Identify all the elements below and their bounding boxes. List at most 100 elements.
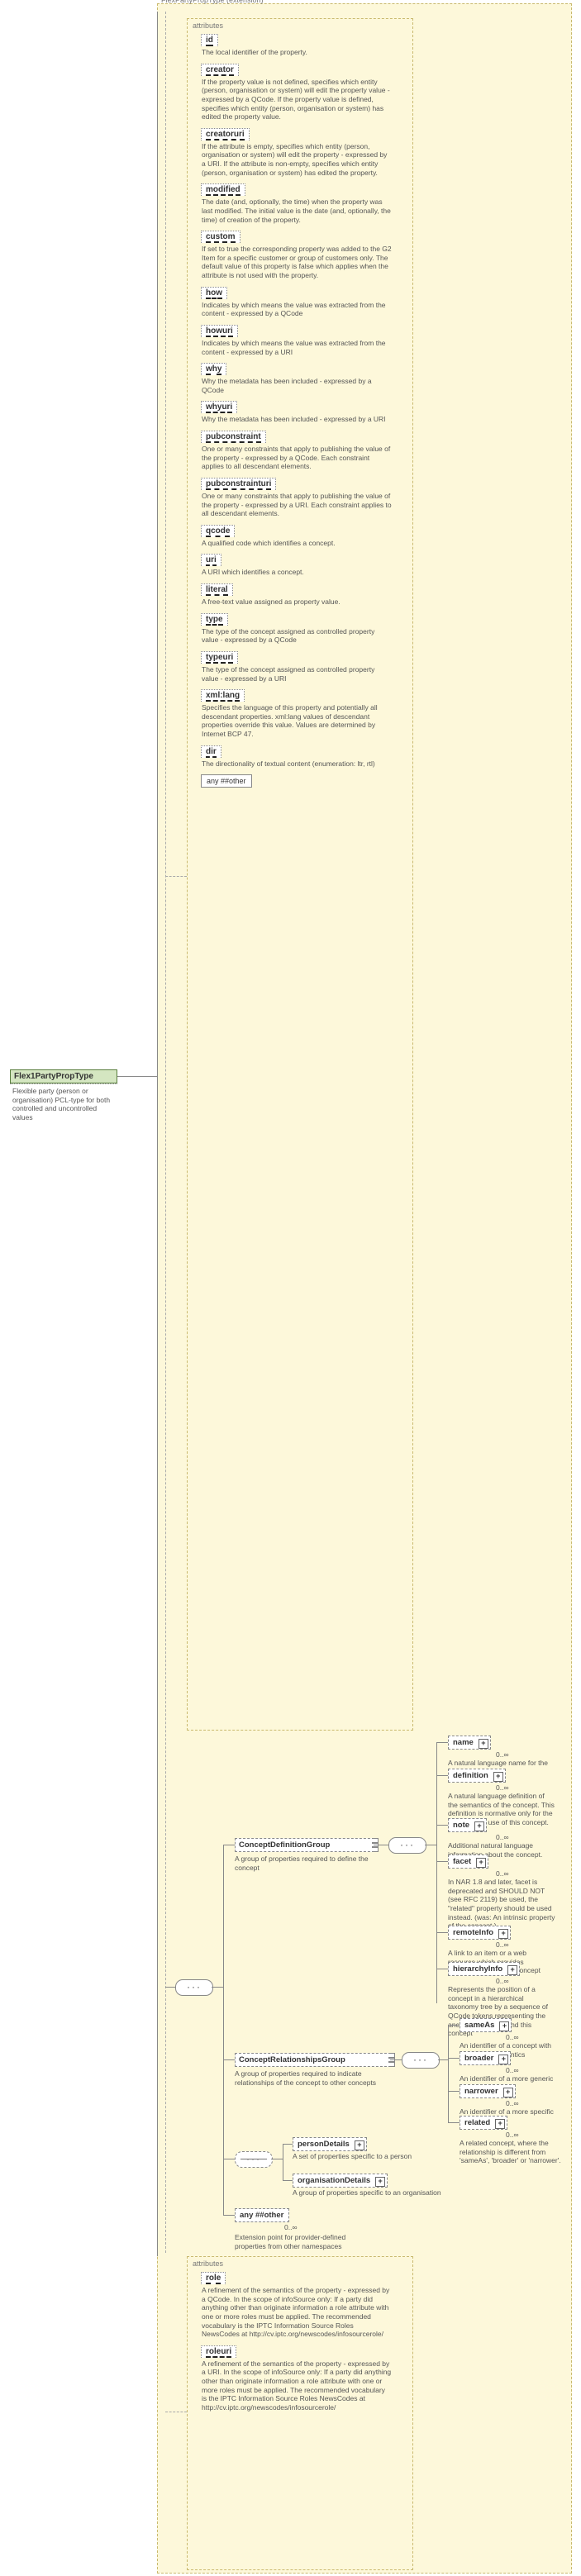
element-narrower[interactable]: narrower + — [460, 2084, 516, 2098]
element-any-other[interactable]: any ##other — [235, 2208, 289, 2222]
element-label: related — [464, 2118, 490, 2127]
attribute-how: howIndicates by which means the value wa… — [201, 287, 399, 318]
connector — [448, 2122, 460, 2123]
element-facet[interactable]: facet+ — [448, 1855, 488, 1869]
element-desc: Extension point for provider-defined pro… — [235, 2233, 375, 2250]
cardinality: 0..∞ — [496, 1869, 509, 1878]
connector — [117, 1076, 157, 1077]
expand-icon[interactable]: + — [499, 2021, 509, 2031]
element-label: name — [453, 1738, 474, 1747]
attribute-name: dir — [201, 745, 221, 758]
connector — [448, 2025, 449, 2122]
element-broader[interactable]: broader + — [460, 2051, 511, 2065]
connector — [436, 1861, 448, 1862]
attribute-name: pubconstraint — [201, 431, 266, 443]
attribute-role: roleA refinement of the semantics of the… — [201, 2272, 399, 2339]
sequence-compositor — [388, 1837, 426, 1854]
attribute-xml-lang: xml:langSpecifies the language of this p… — [201, 689, 399, 739]
attribute-name: uri — [201, 554, 221, 566]
connector — [165, 12, 166, 2253]
attribute-custom: customIf set to true the corresponding p… — [201, 231, 399, 280]
connector — [165, 1987, 175, 1988]
element-label: note — [453, 1821, 469, 1830]
connector — [436, 1742, 437, 2003]
cardinality: 0..∞ — [496, 1783, 509, 1792]
element-note[interactable]: note + — [448, 1818, 487, 1832]
attribute-desc: The directionality of textual content (e… — [201, 758, 392, 769]
cardinality: 0..∞ — [506, 2066, 519, 2074]
expand-icon[interactable]: + — [479, 1739, 488, 1749]
attribute-roleuri: roleuriA refinement of the semantics of … — [201, 2345, 399, 2412]
element-related[interactable]: related + — [460, 2116, 507, 2130]
expand-icon[interactable]: + — [474, 1821, 484, 1831]
attribute-name: howuri — [201, 325, 238, 337]
connector — [157, 12, 158, 2256]
expand-icon[interactable]: + — [503, 2088, 513, 2097]
element-label: broader — [464, 2054, 493, 2063]
element-person-details[interactable]: personDetails+ — [293, 2137, 367, 2151]
attribute-name: creator — [201, 64, 239, 76]
connector — [436, 1825, 448, 1826]
attribute-desc: A refinement of the semantics of the pro… — [201, 2358, 392, 2412]
expand-icon[interactable]: + — [498, 2055, 508, 2064]
expand-icon[interactable]: + — [498, 1929, 508, 1939]
cardinality: 0..∞ — [284, 2223, 298, 2231]
group-desc: A group of properties required to define… — [235, 1855, 375, 1872]
element-remoteInfo[interactable]: remoteInfo+ — [448, 1926, 511, 1940]
attribute-desc: The date (and, optionally, the time) whe… — [201, 196, 392, 224]
expand-icon[interactable]: + — [507, 1965, 517, 1975]
attribute-desc: A refinement of the semantics of the pro… — [201, 2284, 392, 2339]
element-definition[interactable]: definition + — [448, 1769, 506, 1783]
connector — [436, 1775, 448, 1776]
element-sameAs[interactable]: sameAs + — [460, 2018, 512, 2032]
attribute-desc: If set to true the corresponding propert… — [201, 243, 392, 280]
element-hierarchyInfo[interactable]: hierarchyInfo+ — [448, 1962, 520, 1976]
attribute-desc: The local identifier of the property. — [201, 46, 392, 57]
expand-icon[interactable]: + — [493, 1772, 503, 1782]
group-label: ConceptRelationshipsGroup — [239, 2055, 345, 2064]
attribute-name: literal — [201, 583, 233, 596]
root-type-name: Flex1PartyPropType — [10, 1069, 117, 1083]
cardinality: 0..∞ — [506, 2131, 519, 2139]
expand-icon[interactable]: + — [495, 2119, 505, 2129]
cardinality: 0..∞ — [506, 2033, 519, 2041]
connector — [436, 1932, 448, 1933]
cardinality: 0..∞ — [496, 1940, 509, 1949]
expand-icon[interactable]: + — [355, 2140, 364, 2150]
attribute-pubconstraint: pubconstraintOne or many constraints tha… — [201, 431, 399, 471]
root-type-desc: Flexible party (person or organisation) … — [10, 1083, 117, 1125]
connector — [448, 2058, 460, 2059]
element-name[interactable]: name + — [448, 1736, 491, 1750]
connector — [448, 2091, 460, 2092]
attributes-frame: attributes idThe local identifier of the… — [187, 18, 413, 1731]
choice-compositor — [235, 2151, 273, 2168]
attribute-name: modified — [201, 183, 245, 196]
attribute-literal: literalA free-text value assigned as pro… — [201, 583, 399, 607]
element-label: definition — [453, 1771, 488, 1780]
expand-icon[interactable]: + — [375, 2177, 385, 2187]
attribute-desc: One or many constraints that apply to pu… — [201, 443, 392, 471]
attribute-name: type — [201, 613, 228, 626]
attribute-desc: Indicates by which means the value was e… — [201, 337, 392, 356]
element-desc: A group of properties specific to an org… — [293, 2188, 441, 2197]
connector — [223, 2215, 235, 2216]
attribute-desc: A qualified code which identifies a conc… — [201, 537, 392, 548]
attribute-pubconstrainturi: pubconstrainturiOne or many constraints … — [201, 478, 399, 518]
attribute-name: qcode — [201, 525, 235, 537]
attribute-modified: modifiedThe date (and, optionally, the t… — [201, 183, 399, 224]
attribute-creatoruri: creatoruriIf the attribute is empty, spe… — [201, 128, 399, 178]
element-organisation-details[interactable]: organisationDetails+ — [293, 2174, 388, 2188]
attribute-desc: Indicates by which means the value was e… — [201, 299, 392, 318]
group-concept-relationships[interactable]: ConceptRelationshipsGroup — [235, 2053, 395, 2067]
element-label: narrower — [464, 2087, 498, 2096]
group-concept-definition[interactable]: ConceptDefinitionGroup — [235, 1838, 379, 1852]
attribute-desc: Why the metadata has been included - exp… — [201, 375, 392, 394]
attribute-name: role — [201, 2272, 226, 2284]
attribute-name: pubconstrainturi — [201, 478, 276, 490]
attribute-creator: creatorIf the property value is not defi… — [201, 64, 399, 121]
attribute-uri: uriA URI which identifies a concept. — [201, 554, 399, 577]
attribute-desc: The type of the concept assigned as cont… — [201, 626, 392, 645]
expand-icon[interactable]: + — [476, 1858, 486, 1868]
element-label: sameAs — [464, 2021, 494, 2030]
cardinality: 0..∞ — [506, 2099, 519, 2107]
